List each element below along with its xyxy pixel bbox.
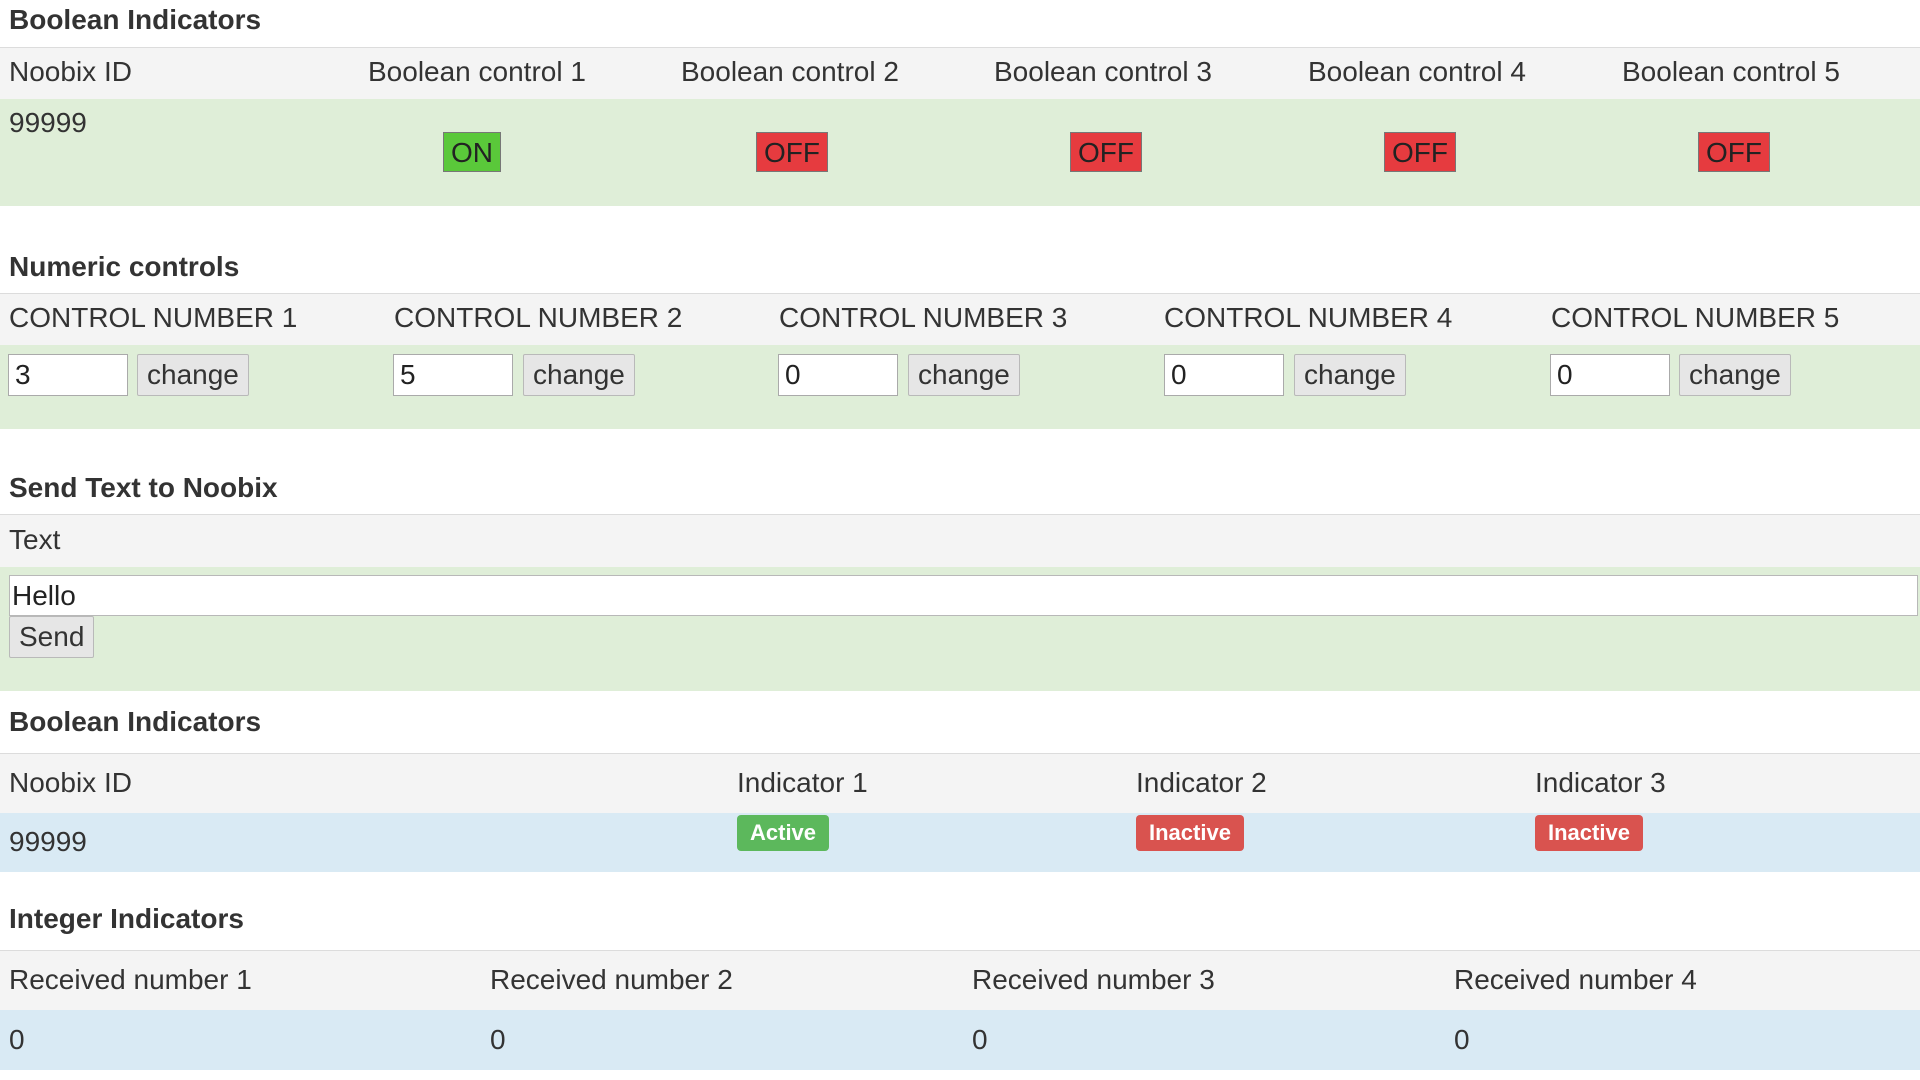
header-boolean-control-4: Boolean control 4 (1308, 56, 1526, 87)
control-number-5-change-button[interactable]: change (1679, 354, 1791, 396)
control-number-1-input[interactable] (8, 354, 128, 396)
indicator-2-status-badge: Inactive (1136, 815, 1244, 851)
indicator-1-status-badge: Active (737, 815, 830, 851)
received-number-1-value: 0 (9, 1024, 25, 1055)
boolean-control-5-toggle[interactable]: OFF (1698, 132, 1770, 172)
integer-indicators-row: 0 0 0 0 (0, 1010, 1920, 1070)
control-number-5-input[interactable] (1550, 354, 1670, 396)
boolean-indicators-row: 99999 Active Inactive Inactive (0, 813, 1920, 872)
send-text-input[interactable] (9, 575, 1918, 616)
header-control-number-5: CONTROL NUMBER 5 (1551, 302, 1840, 333)
control-number-4-input[interactable] (1164, 354, 1284, 396)
control-number-3-input[interactable] (778, 354, 898, 396)
header-text: Text (9, 524, 61, 555)
boolean-indicators-title: Boolean Indicators (9, 706, 262, 737)
header-control-number-1: CONTROL NUMBER 1 (9, 302, 298, 333)
boolean-controls-header-row: Noobix ID Boolean control 1 Boolean cont… (0, 47, 1920, 101)
boolean-controls-row: 99999 ON OFF OFF OFF OFF (0, 99, 1920, 206)
received-number-4-value: 0 (1454, 1024, 1470, 1055)
header-boolean-control-5: Boolean control 5 (1622, 56, 1840, 87)
header-noobix-id: Noobix ID (9, 56, 132, 87)
header-control-number-4: CONTROL NUMBER 4 (1164, 302, 1453, 333)
send-button[interactable]: Send (9, 616, 95, 658)
control-number-1-change-button[interactable]: change (137, 354, 249, 396)
header-indicator-3: Indicator 3 (1535, 767, 1666, 798)
control-number-4-change-button[interactable]: change (1294, 354, 1406, 396)
header-indicator-2: Indicator 2 (1136, 767, 1267, 798)
control-number-2-change-button[interactable]: change (523, 354, 635, 396)
control-number-3-change-button[interactable]: change (908, 354, 1020, 396)
header-noobix-id-2: Noobix ID (9, 767, 132, 798)
noobix-id-value: 99999 (9, 107, 87, 138)
header-boolean-control-2: Boolean control 2 (681, 56, 899, 87)
indicator-3-status-badge: Inactive (1535, 815, 1643, 851)
integer-indicators-header-row: Received number 1 Received number 2 Rece… (0, 950, 1920, 1012)
header-boolean-control-1: Boolean control 1 (368, 56, 586, 87)
received-number-3-value: 0 (972, 1024, 988, 1055)
header-control-number-2: CONTROL NUMBER 2 (394, 302, 683, 333)
received-number-2-value: 0 (490, 1024, 506, 1055)
boolean-control-2-toggle[interactable]: OFF (756, 132, 828, 172)
numeric-controls-header-row: CONTROL NUMBER 1 CONTROL NUMBER 2 CONTRO… (0, 293, 1920, 347)
boolean-control-4-toggle[interactable]: OFF (1384, 132, 1456, 172)
header-received-number-2: Received number 2 (490, 964, 733, 995)
boolean-control-1-toggle[interactable]: ON (443, 132, 501, 172)
header-indicator-1: Indicator 1 (737, 767, 868, 798)
numeric-controls-row: change change change change change (0, 345, 1920, 429)
numeric-controls-title: Numeric controls (9, 251, 240, 282)
header-received-number-4: Received number 4 (1454, 964, 1697, 995)
header-boolean-control-3: Boolean control 3 (994, 56, 1212, 87)
boolean-indicators-header-row: Noobix ID Indicator 1 Indicator 2 Indica… (0, 753, 1920, 815)
boolean-controls-title: Boolean Indicators (9, 4, 262, 35)
boolean-control-3-toggle[interactable]: OFF (1070, 132, 1142, 172)
noobix-id-value-2: 99999 (9, 826, 87, 857)
integer-indicators-title: Integer Indicators (9, 903, 244, 934)
control-number-2-input[interactable] (393, 354, 513, 396)
send-text-title: Send Text to Noobix (9, 472, 278, 503)
header-received-number-3: Received number 3 (972, 964, 1215, 995)
send-text-header-row: Text (0, 514, 1920, 569)
page: Boolean Indicators Noobix ID Boolean con… (0, 0, 1920, 1080)
header-received-number-1: Received number 1 (9, 964, 252, 995)
header-control-number-3: CONTROL NUMBER 3 (779, 302, 1068, 333)
